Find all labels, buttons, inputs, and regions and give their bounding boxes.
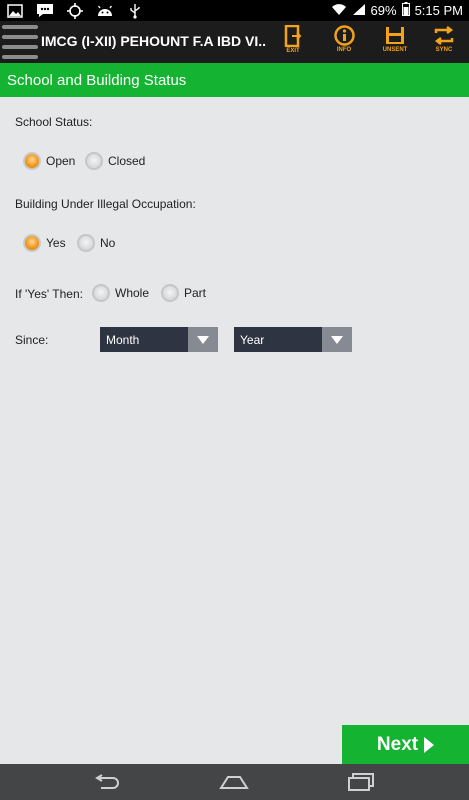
unsent-icon <box>386 27 404 44</box>
unsent-button[interactable]: UNSENT <box>380 25 410 61</box>
radio-circle <box>161 284 179 302</box>
chat-icon <box>30 0 60 21</box>
radio-part[interactable]: Part <box>161 284 206 302</box>
info-button[interactable]: INFO <box>331 25 357 61</box>
menu-button[interactable] <box>2 21 38 63</box>
chevron-right-icon <box>424 736 435 753</box>
navigation-bar <box>0 764 469 800</box>
usb-icon <box>120 0 150 21</box>
radio-open[interactable]: Open <box>23 152 75 170</box>
radio-circle <box>92 284 110 302</box>
radio-no[interactable]: No <box>77 234 115 252</box>
info-icon <box>333 25 355 46</box>
radio-whole-label: Whole <box>115 286 150 300</box>
radio-circle <box>77 234 95 252</box>
next-button-label: Next <box>376 733 419 755</box>
status-bar: 69% 5:15 PM <box>0 0 469 21</box>
unsent-label: UNSENT <box>382 47 408 53</box>
radio-circle-checked <box>23 234 41 252</box>
back-icon[interactable] <box>92 769 122 795</box>
clock: 5:15 PM <box>414 3 463 18</box>
android-icon <box>90 0 120 21</box>
action-bar: IMCG (I-XII) PEHOUNT F.A IBD VI... EXIT … <box>0 21 469 63</box>
sync-button[interactable]: SYNC <box>431 25 457 61</box>
school-status-label: School Status: <box>15 115 93 129</box>
radio-yes[interactable]: Yes <box>23 234 66 252</box>
app-title: IMCG (I-XII) PEHOUNT F.A IBD VI... <box>41 33 266 49</box>
chevron-down-icon <box>188 327 218 352</box>
battery-percent: 69% <box>370 3 397 18</box>
month-select[interactable]: Month <box>100 327 218 352</box>
radio-no-label: No <box>100 236 116 250</box>
battery-icon <box>401 2 410 19</box>
sync-label: SYNC <box>435 47 453 53</box>
gps-icon <box>60 0 90 21</box>
if-yes-label: If 'Yes' Then: <box>15 287 83 301</box>
illegal-occupation-label: Building Under Illegal Occupation: <box>15 197 196 211</box>
radio-open-label: Open <box>46 154 76 168</box>
home-icon[interactable] <box>219 769 249 795</box>
year-select[interactable]: Year <box>234 327 352 352</box>
radio-yes-label: Yes <box>46 236 66 250</box>
radio-part-label: Part <box>184 286 207 300</box>
exit-icon <box>284 25 302 47</box>
wifi-icon <box>331 3 347 19</box>
since-label: Since: <box>15 333 49 347</box>
image-icon <box>0 0 30 21</box>
signal-icon <box>352 3 366 19</box>
recents-icon[interactable] <box>346 769 376 795</box>
exit-button[interactable]: EXIT <box>281 25 305 61</box>
chevron-down-icon <box>322 327 352 352</box>
month-select-value: Month <box>106 333 140 347</box>
sync-icon <box>434 26 454 45</box>
next-button[interactable]: Next <box>342 725 469 764</box>
radio-closed[interactable]: Closed <box>85 152 145 170</box>
radio-circle <box>85 152 103 170</box>
info-label: INFO <box>336 47 352 53</box>
exit-label: EXIT <box>286 48 300 54</box>
radio-circle-checked <box>23 152 41 170</box>
section-title: School and Building Status <box>0 63 469 97</box>
radio-whole[interactable]: Whole <box>92 284 149 302</box>
year-select-value: Year <box>240 333 265 347</box>
radio-closed-label: Closed <box>108 154 146 168</box>
